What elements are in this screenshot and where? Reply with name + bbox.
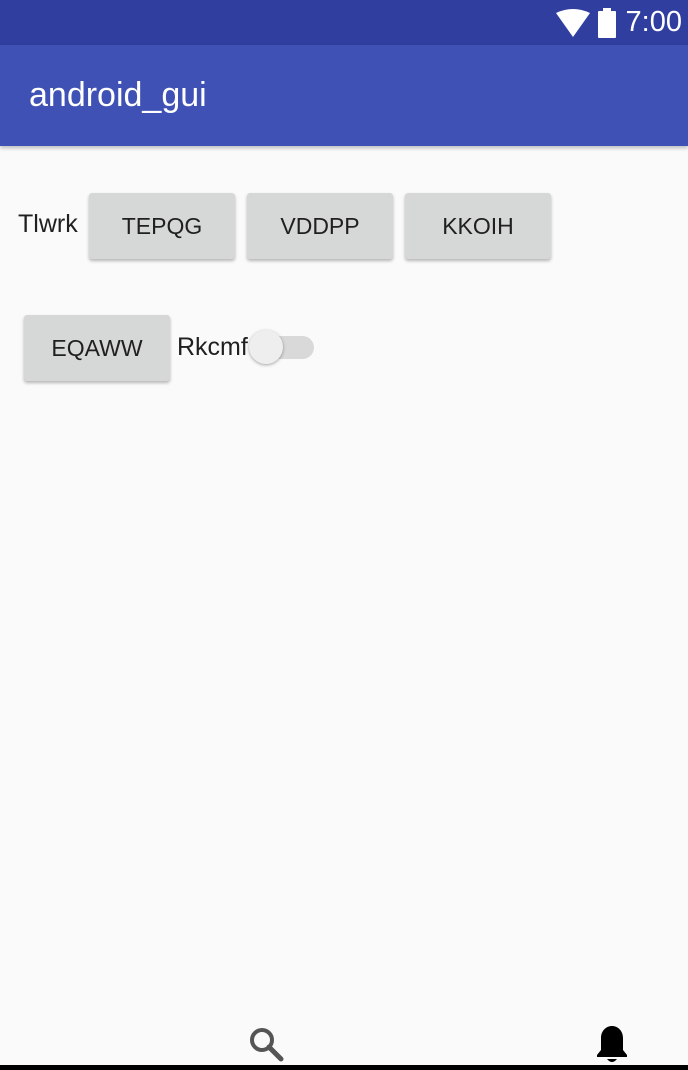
- app-title: android_gui: [29, 76, 207, 114]
- tepqg-button[interactable]: TEPQG: [89, 193, 235, 259]
- app-bar: android_gui: [0, 45, 688, 146]
- vddpp-button[interactable]: VDDPP: [247, 193, 393, 259]
- screen: 7:00 android_gui Tlwrk TEPQG VDDPP KKOIH…: [0, 0, 688, 1070]
- bell-icon[interactable]: [595, 1024, 629, 1064]
- bottom-nav: [0, 1010, 688, 1066]
- status-icons: 7:00: [555, 0, 682, 45]
- wifi-icon: [555, 8, 590, 37]
- battery-icon: [597, 7, 616, 38]
- tlwrk-label: Tlwrk: [18, 210, 78, 238]
- rkcmf-switch-label[interactable]: Rkcmf: [177, 333, 248, 362]
- kkoih-button[interactable]: KKOIH: [405, 193, 551, 259]
- search-icon[interactable]: [248, 1026, 284, 1062]
- status-time: 7:00: [625, 6, 682, 38]
- eqaww-button[interactable]: EQAWW: [24, 315, 170, 381]
- bottom-edge: [0, 1065, 688, 1070]
- status-bar: 7:00: [0, 0, 688, 45]
- rkcmf-switch-thumb[interactable]: [249, 330, 283, 364]
